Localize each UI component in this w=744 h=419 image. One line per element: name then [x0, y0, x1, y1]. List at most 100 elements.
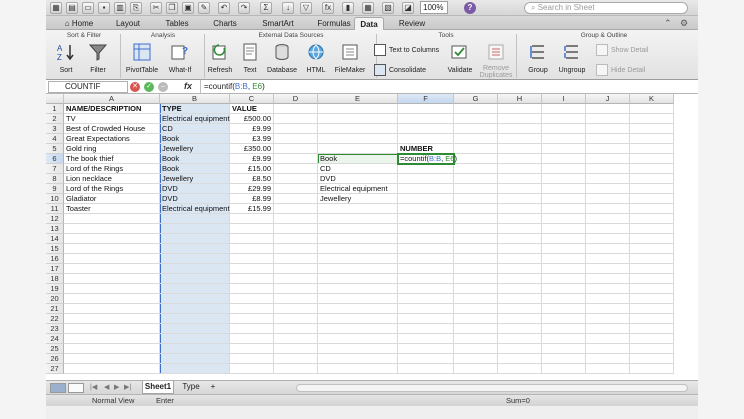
cell-c4[interactable]: £3.99 [230, 134, 274, 144]
cell-a8[interactable]: Lion necklace [64, 174, 160, 184]
row-header-27[interactable]: 27 [46, 364, 64, 374]
cell-b8[interactable]: Jewellery [160, 174, 230, 184]
column-header-j[interactable]: J [586, 94, 630, 104]
row-header-7[interactable]: 7 [46, 164, 64, 174]
tab-data[interactable]: Data [354, 17, 384, 30]
column-header-a[interactable]: A [64, 94, 160, 104]
search-sheet-input[interactable]: ⌕ Search in Sheet [524, 2, 688, 14]
row-header-5[interactable]: 5 [46, 144, 64, 154]
column-header-d[interactable]: D [274, 94, 318, 104]
function-icon[interactable]: fx [322, 2, 334, 14]
row-header-3[interactable]: 3 [46, 124, 64, 134]
validate-button[interactable]: Validate [442, 42, 478, 79]
cell-a3[interactable]: Best of Crowded House [64, 124, 160, 134]
pivot-table-button[interactable]: PivotTable [124, 42, 160, 79]
row-header-2[interactable]: 2 [46, 114, 64, 124]
row-header-4[interactable]: 4 [46, 134, 64, 144]
print-icon[interactable]: ▥ [114, 2, 126, 14]
row-header-25[interactable]: 25 [46, 344, 64, 354]
row-header-13[interactable]: 13 [46, 224, 64, 234]
cell-a6[interactable]: The book thief [64, 154, 160, 164]
column-header-g[interactable]: G [454, 94, 498, 104]
open-icon[interactable]: ▭ [82, 2, 94, 14]
first-sheet-icon[interactable]: |◀ [90, 383, 97, 391]
insert-function-icon[interactable]: – [158, 82, 168, 92]
horizontal-scrollbar[interactable] [296, 384, 688, 392]
cell-c9[interactable]: £29.99 [230, 184, 274, 194]
cell-b1[interactable]: TYPE [160, 104, 230, 114]
row-header-19[interactable]: 19 [46, 284, 64, 294]
cell-e9[interactable]: Electrical equipment [318, 184, 398, 194]
row-header-10[interactable]: 10 [46, 194, 64, 204]
ribbon-settings-icon[interactable]: ⚙ [680, 18, 688, 29]
cell-c1[interactable]: VALUE [230, 104, 274, 114]
cell-a2[interactable]: TV [64, 114, 160, 124]
hide-detail-button[interactable]: Hide Detail [596, 64, 645, 76]
cell-a4[interactable]: Great Expectations [64, 134, 160, 144]
column-header-i[interactable]: I [542, 94, 586, 104]
column-header-c[interactable]: C [230, 94, 274, 104]
row-header-22[interactable]: 22 [46, 314, 64, 324]
tab-smartart[interactable]: SmartArt [250, 17, 306, 30]
row-header-1[interactable]: 1 [46, 104, 64, 114]
column-header-e[interactable]: E [318, 94, 398, 104]
undo-icon[interactable]: ↶ [218, 2, 230, 14]
add-sheet-button[interactable]: + [206, 381, 220, 394]
cell-e7[interactable]: CD [318, 164, 398, 174]
html-button[interactable]: HTML [298, 42, 334, 79]
help-icon[interactable]: ? [464, 2, 476, 14]
filter-button[interactable]: Filter [80, 42, 116, 79]
show-detail-button[interactable]: Show Detail [596, 44, 648, 56]
sort-asc-icon[interactable]: ↓ [282, 2, 294, 14]
last-sheet-icon[interactable]: ▶| [124, 383, 131, 391]
formula-input[interactable]: =countif(B:B, E6) [200, 80, 690, 93]
cell-a11[interactable]: Toaster [64, 204, 160, 214]
row-header-23[interactable]: 23 [46, 324, 64, 334]
tab-review[interactable]: Review [390, 17, 434, 30]
cell-c5[interactable]: £350.00 [230, 144, 274, 154]
media-icon[interactable]: ◪ [402, 2, 414, 14]
cell-a1[interactable]: NAME/DESCRIPTION [64, 104, 160, 114]
sheet-tab-type[interactable]: Type [176, 381, 206, 394]
tab-layout[interactable]: Layout [104, 17, 152, 30]
toolbox-icon[interactable]: ▧ [382, 2, 394, 14]
row-header-8[interactable]: 8 [46, 174, 64, 184]
row-header-21[interactable]: 21 [46, 304, 64, 314]
text-import-button[interactable]: Text [232, 42, 268, 79]
column-header-k[interactable]: K [630, 94, 674, 104]
cell-b2[interactable]: Electrical equipment [160, 114, 230, 124]
cell-b4[interactable]: Book [160, 134, 230, 144]
cell-a5[interactable]: Gold ring [64, 144, 160, 154]
chart-icon[interactable]: ▮ [342, 2, 354, 14]
cell-c7[interactable]: £15.00 [230, 164, 274, 174]
ungroup-button[interactable]: Ungroup [554, 42, 590, 79]
copy-icon[interactable]: ❐ [166, 2, 178, 14]
next-sheet-icon[interactable]: ▶ [114, 383, 119, 391]
cell-b11[interactable]: Electrical equipment [160, 204, 230, 214]
row-header-17[interactable]: 17 [46, 264, 64, 274]
row-header-16[interactable]: 16 [46, 254, 64, 264]
cell-b10[interactable]: DVD [160, 194, 230, 204]
normal-view-icon[interactable] [50, 383, 66, 393]
row-header-26[interactable]: 26 [46, 354, 64, 364]
filemaker-button[interactable]: FileMaker [332, 42, 368, 79]
cell-b6[interactable]: Book [160, 154, 230, 164]
cell-b7[interactable]: Book [160, 164, 230, 174]
row-header-18[interactable]: 18 [46, 274, 64, 284]
cell-a9[interactable]: Lord of the Rings [64, 184, 160, 194]
page-layout-view-icon[interactable] [68, 383, 84, 393]
cut-icon[interactable]: ✂ [150, 2, 162, 14]
autosum-icon[interactable]: Σ [260, 2, 272, 14]
prev-sheet-icon[interactable]: ◀ [104, 383, 109, 391]
what-if-button[interactable]: ? What-If [162, 42, 198, 79]
cell-b3[interactable]: CD [160, 124, 230, 134]
zoom-select[interactable]: 100% [420, 1, 448, 14]
row-header-9[interactable]: 9 [46, 184, 64, 194]
cell-e10[interactable]: Jewellery [318, 194, 398, 204]
database-button[interactable]: Database [264, 42, 300, 79]
new-workbook-icon[interactable]: ▦ [50, 2, 62, 14]
remove-duplicates-button[interactable]: Remove Duplicates [478, 42, 514, 79]
fx-icon[interactable]: fx [184, 81, 192, 91]
column-header-f[interactable]: F [398, 94, 454, 104]
group-button[interactable]: Group [520, 42, 556, 79]
